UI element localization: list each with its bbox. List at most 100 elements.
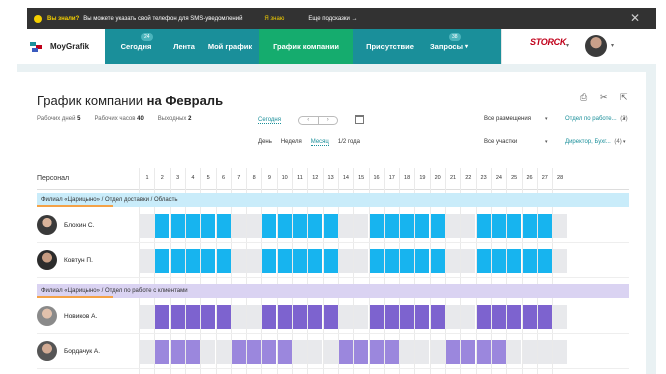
off-cell[interactable] bbox=[553, 214, 568, 238]
shift-cell[interactable] bbox=[185, 305, 200, 329]
shift-cell[interactable] bbox=[354, 340, 369, 364]
off-cell[interactable] bbox=[461, 214, 476, 238]
off-cell[interactable] bbox=[415, 340, 430, 364]
shift-cell[interactable] bbox=[185, 340, 200, 364]
shift-cell[interactable] bbox=[415, 214, 430, 238]
shift-cell[interactable] bbox=[522, 214, 537, 238]
off-cell[interactable] bbox=[231, 305, 246, 329]
employee-row[interactable]: Ковтун П. bbox=[37, 246, 137, 276]
shift-cell[interactable] bbox=[216, 249, 231, 273]
tab-company-schedule[interactable]: График компании bbox=[259, 29, 353, 64]
tab-today[interactable]: Сегодня 24 bbox=[105, 29, 167, 64]
shift-cell[interactable] bbox=[277, 214, 292, 238]
shift-cell[interactable] bbox=[476, 249, 491, 273]
off-cell[interactable] bbox=[140, 249, 154, 273]
off-cell[interactable] bbox=[308, 340, 323, 364]
shift-cell[interactable] bbox=[308, 249, 323, 273]
shift-cell[interactable] bbox=[170, 249, 185, 273]
shift-cell[interactable] bbox=[201, 305, 216, 329]
off-cell[interactable] bbox=[354, 249, 369, 273]
off-cell[interactable] bbox=[338, 214, 353, 238]
off-cell[interactable] bbox=[140, 305, 154, 329]
prev-arrow-button[interactable]: ‹ bbox=[299, 117, 319, 124]
calendar-icon[interactable] bbox=[355, 115, 364, 124]
shift-cell[interactable] bbox=[247, 340, 262, 364]
shift-cell[interactable] bbox=[476, 340, 491, 364]
shift-cell[interactable] bbox=[522, 249, 537, 273]
shift-cell[interactable] bbox=[338, 340, 353, 364]
employee-row[interactable]: Новиков А. bbox=[37, 302, 137, 332]
off-cell[interactable] bbox=[293, 340, 307, 364]
today-link[interactable]: Сегодня bbox=[258, 117, 281, 124]
shift-cell[interactable] bbox=[216, 305, 231, 329]
shift-cell[interactable] bbox=[537, 249, 552, 273]
shift-cell[interactable] bbox=[522, 305, 537, 329]
shift-cell[interactable] bbox=[430, 249, 445, 273]
shift-cell[interactable] bbox=[491, 305, 506, 329]
shift-cell[interactable] bbox=[400, 305, 415, 329]
shift-cell[interactable] bbox=[155, 214, 170, 238]
shift-cell[interactable] bbox=[155, 340, 170, 364]
notice-know-link[interactable]: Я знаю bbox=[264, 16, 284, 22]
off-cell[interactable] bbox=[446, 305, 460, 329]
shift-cell[interactable] bbox=[476, 305, 491, 329]
off-cell[interactable] bbox=[140, 214, 154, 238]
export-icon[interactable]: ⇱ bbox=[620, 92, 628, 103]
shift-cell[interactable] bbox=[507, 214, 522, 238]
shift-cell[interactable] bbox=[537, 305, 552, 329]
shift-cell[interactable] bbox=[369, 305, 384, 329]
tab-presence[interactable]: Присутствие bbox=[353, 29, 427, 64]
shift-cell[interactable] bbox=[430, 214, 445, 238]
shift-cell[interactable] bbox=[384, 305, 399, 329]
off-cell[interactable] bbox=[247, 214, 262, 238]
off-cell[interactable] bbox=[338, 249, 353, 273]
period-day[interactable]: День bbox=[258, 139, 272, 146]
off-cell[interactable] bbox=[323, 340, 338, 364]
shift-cell[interactable] bbox=[491, 214, 506, 238]
off-cell[interactable] bbox=[507, 340, 522, 364]
period-month[interactable]: Месяц bbox=[310, 139, 329, 146]
scissors-icon[interactable]: ✂ bbox=[600, 92, 608, 103]
period-week[interactable]: Неделя bbox=[281, 139, 302, 146]
shift-cell[interactable] bbox=[155, 249, 170, 273]
next-arrow-button[interactable]: › bbox=[319, 117, 338, 124]
shift-cell[interactable] bbox=[170, 214, 185, 238]
shift-cell[interactable] bbox=[323, 305, 338, 329]
shift-cell[interactable] bbox=[476, 214, 491, 238]
off-cell[interactable] bbox=[216, 340, 231, 364]
shift-cell[interactable] bbox=[231, 340, 246, 364]
shift-cell[interactable] bbox=[446, 340, 460, 364]
shift-cell[interactable] bbox=[277, 305, 292, 329]
shift-cell[interactable] bbox=[201, 249, 216, 273]
shift-cell[interactable] bbox=[185, 214, 200, 238]
shift-cell[interactable] bbox=[308, 305, 323, 329]
shift-cell[interactable] bbox=[262, 305, 277, 329]
shift-cell[interactable] bbox=[262, 214, 277, 238]
shift-cell[interactable] bbox=[507, 305, 522, 329]
off-cell[interactable] bbox=[338, 305, 353, 329]
shift-cell[interactable] bbox=[384, 214, 399, 238]
shift-cell[interactable] bbox=[170, 305, 185, 329]
off-cell[interactable] bbox=[247, 305, 262, 329]
off-cell[interactable] bbox=[553, 340, 568, 364]
employee-row[interactable]: Бордачук А. bbox=[37, 337, 137, 367]
shift-cell[interactable] bbox=[384, 340, 399, 364]
avatar[interactable] bbox=[585, 35, 607, 57]
shift-cell[interactable] bbox=[415, 249, 430, 273]
shift-cell[interactable] bbox=[537, 214, 552, 238]
shift-cell[interactable] bbox=[277, 340, 292, 364]
shift-cell[interactable] bbox=[293, 305, 307, 329]
off-cell[interactable] bbox=[522, 340, 537, 364]
shift-cell[interactable] bbox=[293, 249, 307, 273]
role-select[interactable]: Директор, Бухг... (4) ▾ bbox=[565, 139, 629, 145]
shift-cell[interactable] bbox=[369, 340, 384, 364]
shift-cell[interactable] bbox=[155, 305, 170, 329]
off-cell[interactable] bbox=[201, 340, 216, 364]
shift-cell[interactable] bbox=[262, 249, 277, 273]
shift-cell[interactable] bbox=[170, 340, 185, 364]
off-cell[interactable] bbox=[400, 340, 415, 364]
off-cell[interactable] bbox=[553, 249, 568, 273]
shift-cell[interactable] bbox=[323, 214, 338, 238]
chevron-down-icon[interactable]: ▾ bbox=[566, 42, 569, 49]
off-cell[interactable] bbox=[231, 249, 246, 273]
